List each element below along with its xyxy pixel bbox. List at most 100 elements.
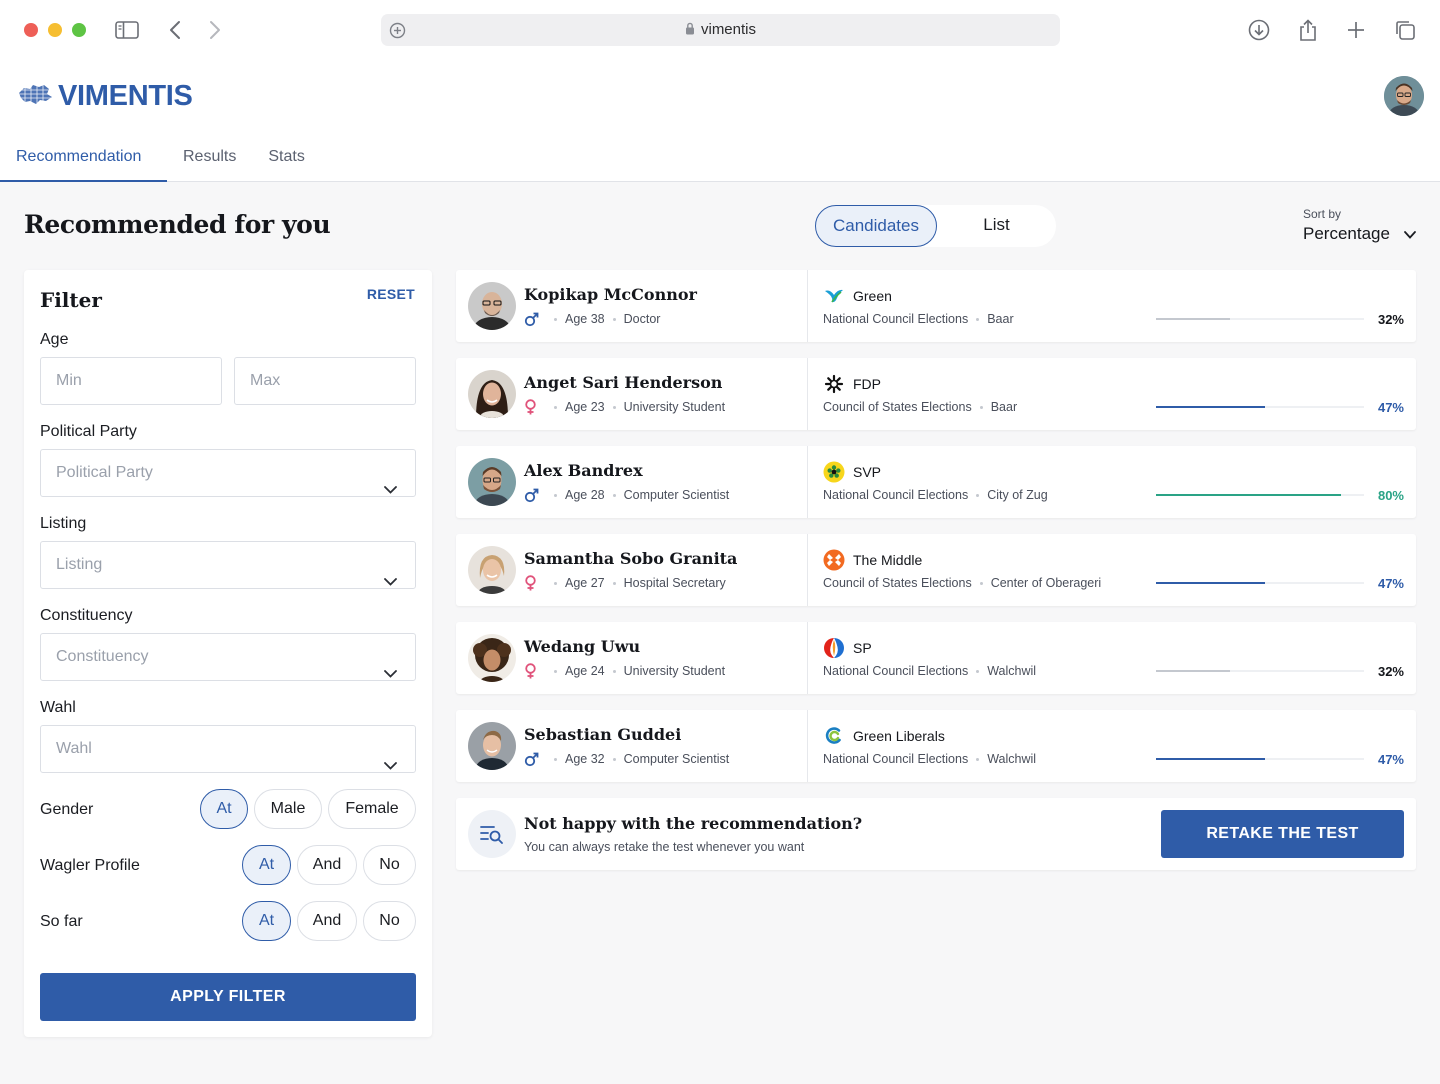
candidate-occupation: University Student [623, 400, 726, 414]
candidates-toggle-button[interactable]: Candidates [815, 205, 937, 247]
female-icon [524, 663, 540, 679]
gender-option-at[interactable]: At [200, 789, 248, 829]
url-text: vimentis [700, 21, 756, 38]
green-liberals-icon [823, 725, 845, 747]
wagler-profile-label: Wagler Profile [40, 857, 140, 874]
view-toggle: Candidates List [815, 205, 1056, 247]
match-bar [1156, 494, 1364, 496]
so-far-options: At And No [242, 901, 416, 941]
candidate-name: Sebastian Guddei [524, 725, 682, 744]
chevron-down-icon [384, 743, 397, 789]
candidate-avatar [468, 634, 516, 682]
match-percentage: 47% [1377, 752, 1404, 767]
so-far-label: So far [40, 913, 83, 930]
retake-test-button[interactable]: RETAKE THE TEST [1161, 810, 1404, 858]
election-location: City of Zug [987, 488, 1048, 502]
reset-button[interactable]: RESET [367, 286, 415, 302]
candidate-age: Age 23 [565, 400, 605, 414]
election-type: Council of States Elections [823, 576, 972, 590]
candidate-occupation: University Student [623, 664, 726, 678]
so-far-option-and[interactable]: And [297, 901, 357, 941]
app-header: VIMENTIS Recommendation Results Stats [0, 60, 1440, 182]
female-icon [524, 575, 540, 591]
candidate-card[interactable]: Sebastian Guddei Age 32 Computer Scienti… [456, 710, 1416, 782]
election-type: National Council Elections [823, 312, 969, 326]
chevron-down-icon [384, 651, 397, 697]
wahl-label: Wahl [40, 699, 76, 716]
candidate-card[interactable]: Samantha Sobo Granita Age 27 Hospital Se… [456, 534, 1416, 606]
match-bar [1156, 318, 1364, 320]
apply-filter-button[interactable]: APPLY FILTER [40, 973, 416, 1021]
party-name: The Middle [853, 552, 923, 568]
list-toggle-button[interactable]: List [937, 205, 1056, 247]
candidate-card[interactable]: Alex Bandrex Age 28 Computer Scientist S… [456, 446, 1416, 518]
logo[interactable]: VIMENTIS [16, 80, 193, 112]
tab-recommendation[interactable]: Recommendation [0, 136, 167, 182]
svp-icon [823, 461, 845, 483]
address-bar[interactable]: vimentis [381, 14, 1060, 46]
match-percentage: 32% [1377, 312, 1404, 327]
forward-icon[interactable] [203, 18, 227, 42]
page-title: Recommended for you [24, 210, 331, 239]
gender-option-male[interactable]: Male [254, 789, 322, 829]
candidate-occupation: Doctor [623, 312, 661, 326]
close-window-button[interactable] [24, 23, 38, 37]
candidate-avatar [468, 282, 516, 330]
election-location: Baar [987, 312, 1014, 326]
tab-stats[interactable]: Stats [252, 136, 320, 182]
candidate-card[interactable]: Wedang Uwu Age 24 University Student SP … [456, 622, 1416, 694]
party-name: SVP [853, 464, 882, 480]
constituency-label: Constituency [40, 607, 133, 624]
match-bar [1156, 670, 1364, 672]
age-min-input[interactable]: Min [40, 357, 222, 405]
back-icon[interactable] [163, 18, 187, 42]
age-label: Age [40, 331, 69, 348]
minimize-window-button[interactable] [48, 23, 62, 37]
user-avatar[interactable] [1384, 76, 1424, 116]
election-type: National Council Elections [823, 752, 969, 766]
tab-results[interactable]: Results [167, 136, 252, 182]
age-max-input[interactable]: Max [234, 357, 416, 405]
listing-select[interactable]: Listing [40, 541, 416, 589]
wagler-profile-option-at[interactable]: At [242, 845, 291, 885]
candidate-card[interactable]: Kopikap McConnor Age 38 Doctor Green Nat… [456, 270, 1416, 342]
wagler-profile-option-no[interactable]: No [363, 845, 416, 885]
candidate-name: Alex Bandrex [524, 461, 643, 480]
sort-value: Percentage [1303, 224, 1390, 243]
chevron-down-icon [384, 467, 397, 513]
wahl-select[interactable]: Wahl [40, 725, 416, 773]
candidate-age: Age 38 [565, 312, 605, 326]
election-type: National Council Elections [823, 488, 969, 502]
male-icon [524, 751, 540, 767]
candidate-age: Age 27 [565, 576, 605, 590]
download-icon[interactable] [1247, 18, 1271, 42]
main-tabs: Recommendation Results Stats [0, 136, 321, 182]
filter-title: Filter [40, 288, 102, 312]
party-name: Green Liberals [853, 728, 945, 744]
candidate-card[interactable]: Anget Sari Henderson Age 23 University S… [456, 358, 1416, 430]
constituency-select[interactable]: Constituency [40, 633, 416, 681]
sort-label: Sort by [1303, 207, 1342, 221]
candidate-avatar [468, 546, 516, 594]
match-bar-fill [1156, 406, 1265, 408]
so-far-option-at[interactable]: At [242, 901, 291, 941]
sidebar-icon[interactable] [115, 18, 139, 42]
new-tab-icon[interactable] [1344, 18, 1368, 42]
fdp-icon [823, 373, 845, 395]
candidate-age: Age 24 [565, 664, 605, 678]
retake-banner: Not happy with the recommendation? You c… [456, 798, 1416, 870]
listing-label: Listing [40, 515, 87, 532]
zoom-window-button[interactable] [72, 23, 86, 37]
political-party-select[interactable]: Political Party [40, 449, 416, 497]
sort-dropdown[interactable]: Sort by Percentage [1303, 207, 1416, 244]
gender-option-female[interactable]: Female [328, 789, 416, 829]
candidate-name: Wedang Uwu [524, 637, 641, 656]
tabs-overview-icon[interactable] [1393, 18, 1417, 42]
match-bar-fill [1156, 318, 1230, 320]
so-far-option-no[interactable]: No [363, 901, 416, 941]
candidate-name: Kopikap McConnor [524, 285, 697, 304]
filter-panel: Filter RESET Age Min Max Political Party… [24, 270, 432, 1037]
election-location: Walchwil [987, 664, 1037, 678]
wagler-profile-option-and[interactable]: And [297, 845, 357, 885]
share-icon[interactable] [1296, 18, 1320, 42]
